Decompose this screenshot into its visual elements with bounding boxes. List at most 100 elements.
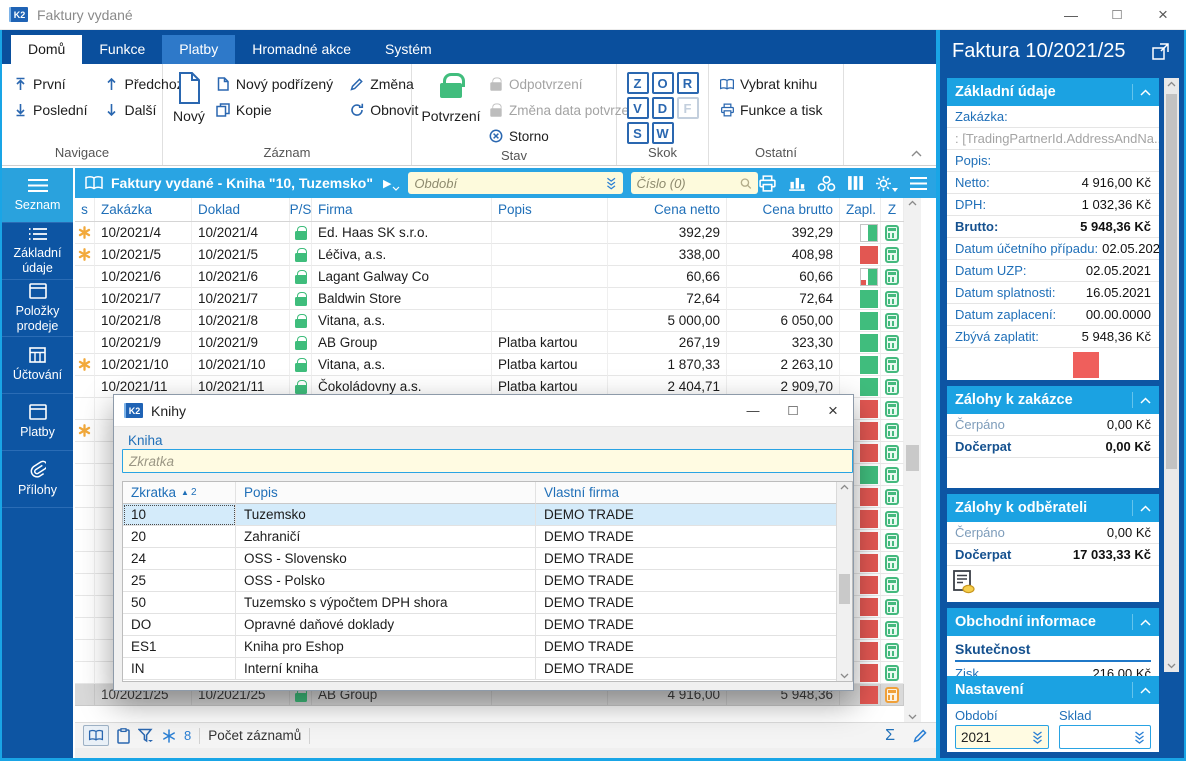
collapse-icon[interactable] bbox=[1132, 614, 1151, 630]
column-header-zkratka[interactable]: Zkratka▲2 bbox=[123, 482, 236, 504]
scroll-down-icon[interactable] bbox=[837, 673, 852, 679]
column-header-zapl[interactable]: Zapl. bbox=[840, 198, 881, 221]
collapse-icon[interactable] bbox=[1132, 682, 1151, 698]
columns-icon[interactable] bbox=[847, 175, 864, 191]
book-row[interactable]: INInterní knihaDEMO TRADE bbox=[123, 658, 852, 680]
section-header-nastaveni[interactable]: Nastavení bbox=[947, 676, 1159, 704]
number-filter[interactable] bbox=[631, 172, 758, 194]
jump-key-o[interactable]: O bbox=[652, 72, 674, 94]
confirm-button[interactable]: Potvrzení bbox=[422, 72, 480, 124]
sidebar-item-uctovani[interactable]: Účtování bbox=[2, 337, 73, 394]
period-filter[interactable] bbox=[408, 172, 622, 194]
scroll-down-icon[interactable] bbox=[904, 714, 921, 720]
jump-key-w[interactable]: W bbox=[652, 122, 674, 144]
sidebar-item-platby[interactable]: Platby bbox=[2, 394, 73, 451]
jump-key-v[interactable]: V bbox=[627, 97, 649, 119]
sidebar-item-seznam[interactable]: Seznam bbox=[2, 168, 73, 223]
scroll-up-icon[interactable] bbox=[1164, 81, 1179, 87]
scrollbar-thumb[interactable] bbox=[906, 445, 919, 471]
print-icon[interactable] bbox=[758, 175, 777, 192]
book-row[interactable]: 50Tuzemsko s výpočtem DPH shoraDEMO TRAD… bbox=[123, 592, 852, 614]
invoice-row[interactable]: 10/2021/810/2021/8Vitana, a.s.5 000,006 … bbox=[75, 310, 904, 332]
snowflake-icon[interactable] bbox=[162, 729, 176, 743]
book-row[interactable]: DOOpravné daňové dokladyDEMO TRADE bbox=[123, 614, 852, 636]
book-search-input[interactable] bbox=[122, 449, 853, 473]
tab-domu[interactable]: Domů bbox=[11, 35, 82, 64]
column-header-z[interactable]: Z bbox=[881, 198, 904, 221]
scroll-down-icon[interactable] bbox=[1164, 663, 1179, 669]
grid-menu-icon[interactable] bbox=[909, 176, 928, 191]
dialog-minimize-button[interactable]: — bbox=[733, 396, 773, 426]
panel-scrollbar[interactable] bbox=[1164, 78, 1179, 672]
column-header-popis[interactable]: Popis bbox=[236, 482, 536, 504]
tab-hromadne-akce[interactable]: Hromadné akce bbox=[235, 35, 368, 64]
book-row[interactable]: 20ZahraničíDEMO TRADE bbox=[123, 526, 852, 548]
settings-gear-icon[interactable] bbox=[875, 175, 898, 192]
column-header-zakazka[interactable]: Zakázka bbox=[95, 198, 192, 221]
clipboard-icon[interactable] bbox=[117, 728, 130, 744]
tab-platby[interactable]: Platby bbox=[162, 35, 235, 64]
column-header-s[interactable]: s bbox=[75, 198, 95, 221]
invoice-row[interactable]: 10/2021/510/2021/5Léčiva, a.s.338,00408,… bbox=[75, 244, 904, 266]
advance-document-icon[interactable] bbox=[953, 570, 975, 594]
period-filter-input[interactable] bbox=[414, 176, 606, 191]
invoice-row[interactable]: 10/2021/1010/2021/10Vitana, a.s.Platba k… bbox=[75, 354, 904, 376]
book-row[interactable]: ES1Kniha pro EshopDEMO TRADE bbox=[123, 636, 852, 658]
grid-vertical-scrollbar[interactable] bbox=[904, 198, 921, 722]
column-header-firma[interactable]: Firma bbox=[312, 198, 492, 221]
refresh-button[interactable]: Obnovit bbox=[349, 98, 418, 122]
column-header-ps[interactable]: P/S bbox=[290, 198, 312, 221]
column-header-cena-netto[interactable]: Cena netto bbox=[608, 198, 727, 221]
column-header-doklad[interactable]: Doklad bbox=[192, 198, 290, 221]
view-book-toggle[interactable] bbox=[83, 725, 109, 746]
new-child-button[interactable]: Nový podřízený bbox=[215, 72, 333, 96]
dialog-titlebar[interactable]: K2 Knihy — □ × bbox=[114, 395, 853, 427]
sum-icon[interactable]: Σ bbox=[885, 727, 895, 745]
filter-icon[interactable] bbox=[138, 728, 154, 744]
dialog-scrollbar[interactable] bbox=[836, 482, 852, 681]
sidebar-item-polozky-prodeje[interactable]: Položky prodeje bbox=[2, 280, 73, 337]
first-record-button[interactable]: První bbox=[12, 72, 87, 96]
related-records-icon[interactable] bbox=[817, 175, 836, 192]
close-button[interactable]: × bbox=[1140, 0, 1186, 29]
scroll-up-icon[interactable] bbox=[837, 484, 852, 490]
book-row[interactable]: 24OSS - SlovenskoDEMO TRADE bbox=[123, 548, 852, 570]
invoice-row[interactable]: 10/2021/410/2021/4Ed. Haas SK s.r.o.392,… bbox=[75, 222, 904, 244]
open-in-window-icon[interactable] bbox=[1152, 43, 1169, 60]
last-record-button[interactable]: Poslední bbox=[12, 98, 87, 122]
dialog-maximize-button[interactable]: □ bbox=[773, 396, 813, 426]
section-header-zalohy-odberatel[interactable]: Zálohy k odběrateli bbox=[947, 494, 1159, 522]
section-header-zalohy-zakazka[interactable]: Zálohy k zakázce bbox=[947, 386, 1159, 414]
book-row[interactable]: 10TuzemskoDEMO TRADE bbox=[123, 504, 852, 526]
maximize-button[interactable]: □ bbox=[1094, 0, 1140, 29]
triple-chevron-icon[interactable] bbox=[606, 177, 616, 190]
expand-book-arrow-icon[interactable]: ▶ bbox=[383, 177, 391, 190]
scrollbar-thumb[interactable] bbox=[1166, 94, 1177, 469]
dialog-close-button[interactable]: × bbox=[813, 396, 853, 426]
jump-key-s[interactable]: S bbox=[627, 122, 649, 144]
collapse-icon[interactable] bbox=[1132, 392, 1151, 408]
ribbon-collapse-icon[interactable] bbox=[911, 150, 922, 157]
invoice-row[interactable]: 10/2021/710/2021/7Baldwin Store72,6472,6… bbox=[75, 288, 904, 310]
invoice-row[interactable]: 10/2021/610/2021/6Lagant Galway Co60,666… bbox=[75, 266, 904, 288]
edit-pencil-icon[interactable] bbox=[913, 728, 928, 743]
select-book-button[interactable]: Vybrat knihu bbox=[719, 72, 822, 96]
jump-key-z[interactable]: Z bbox=[627, 72, 649, 94]
invoice-row[interactable]: 10/2021/910/2021/9AB GroupPlatba kartou2… bbox=[75, 332, 904, 354]
jump-key-d[interactable]: D bbox=[652, 97, 674, 119]
number-filter-input[interactable] bbox=[637, 176, 741, 191]
warehouse-combo[interactable] bbox=[1059, 725, 1151, 749]
column-header-vlastni-firma[interactable]: Vlastní firma bbox=[536, 482, 838, 504]
book-row[interactable]: 25OSS - PolskoDEMO TRADE bbox=[123, 570, 852, 592]
scroll-up-icon[interactable] bbox=[904, 200, 921, 206]
collapse-icon[interactable] bbox=[1132, 500, 1151, 516]
edit-button[interactable]: Změna bbox=[349, 72, 418, 96]
sidebar-item-prilohy[interactable]: Přílohy bbox=[2, 451, 73, 508]
sidebar-item-zakladni-udaje[interactable]: Základní údaje bbox=[2, 223, 73, 280]
minimize-button[interactable]: — bbox=[1048, 0, 1094, 29]
functions-print-button[interactable]: Funkce a tisk bbox=[719, 98, 822, 122]
section-header-zakladni-udaje[interactable]: Základní údaje bbox=[947, 78, 1159, 106]
chart-icon[interactable] bbox=[788, 175, 806, 191]
column-header-popis[interactable]: Popis bbox=[492, 198, 608, 221]
section-header-obchodni-informace[interactable]: Obchodní informace bbox=[947, 608, 1159, 636]
